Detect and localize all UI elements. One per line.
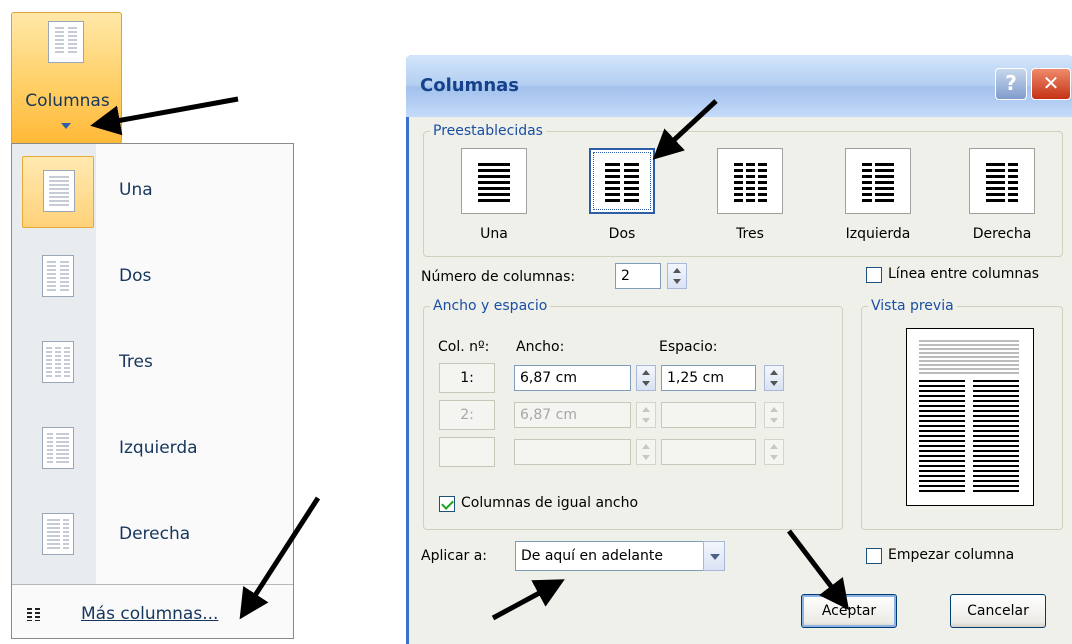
arrow-to-more-columns bbox=[239, 496, 321, 620]
arrow-to-columns-button bbox=[90, 96, 239, 136]
annotation-arrows bbox=[90, 96, 850, 621]
arrow-to-apply-to bbox=[491, 579, 565, 621]
arrow-to-ok-button bbox=[787, 529, 850, 610]
arrow-to-preset-dos bbox=[652, 99, 718, 160]
